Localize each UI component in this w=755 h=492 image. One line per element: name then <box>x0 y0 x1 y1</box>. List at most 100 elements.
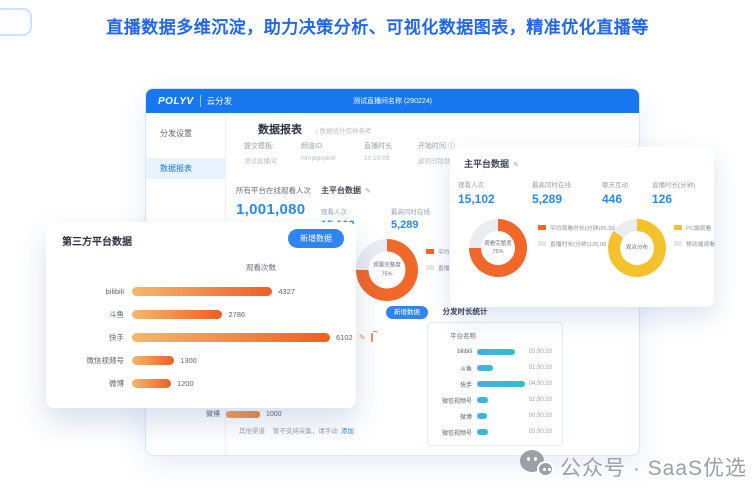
stat-value: 126 <box>652 192 695 206</box>
tab-distribution-duration[interactable]: 分发时长统计 <box>442 307 487 316</box>
bar <box>132 379 171 388</box>
bar-value: 1000 <box>266 411 282 418</box>
notice-prefix: 其他渠道 <box>239 428 265 435</box>
duration-row: 微博 00:30:20 <box>428 408 562 424</box>
platform-label: 微博 <box>52 378 124 389</box>
manual-add-notice: 其他渠道 暂不支持采集，请手动添加 <box>239 425 354 435</box>
donut-center-value: 75% <box>492 248 503 256</box>
meta-template: 提交模板: 测试直播间 <box>244 141 277 165</box>
inline-platform-title-text: 主平台数据 <box>321 186 361 195</box>
total-viewers-label: 所有平台在线观看人次 <box>236 185 311 196</box>
third-party-data-card: 第三方平台数据 新增数据 观看次数 bilibili 4327 斗鱼 2786 … <box>46 222 356 408</box>
meta-label: 频道ID <box>301 141 336 151</box>
sidebar-item-data-report[interactable]: 数据报表 <box>146 158 225 179</box>
stat-value: 15,102 <box>458 192 495 206</box>
audience-distribution-donut: 观众分布 <box>608 219 666 277</box>
add-data-button[interactable]: 新增数据 <box>386 306 428 319</box>
add-link[interactable]: 添加 <box>341 428 354 435</box>
edit-icon[interactable]: ✎ <box>359 333 366 342</box>
duration-row: 微信视频号 02:30:20 <box>428 392 562 408</box>
bar-value: 4327 <box>278 287 295 296</box>
platform-label: bilibili <box>52 287 124 296</box>
platform-label: 斗鱼 <box>52 309 124 320</box>
meta-value: 10:20:03 <box>364 155 392 162</box>
donut-center-label: 观众分布 <box>626 244 648 252</box>
stat-value: 446 <box>602 192 628 206</box>
stat-label: 最高同时在线 <box>391 206 430 216</box>
card-title: 第三方平台数据 <box>62 233 132 248</box>
bar <box>132 310 222 319</box>
stat-value: 5,289 <box>391 219 430 231</box>
third-party-row: 微博 1200 <box>46 372 356 395</box>
meta-label: 直播时长 <box>364 141 392 151</box>
meta-channel-id: 频道ID hlmpqlxpkM <box>301 141 336 162</box>
total-viewers-value: 1,001,080 <box>236 201 311 218</box>
edit-icon[interactable]: ✎ <box>365 188 371 195</box>
stat: 观看人次 15,102 <box>458 179 495 206</box>
main-platform-title: 主平台数据 ✎ <box>464 157 519 170</box>
main-platform-card: 主平台数据 ✎ 观看人次 15,102 最高同时在线 5,289 聊天互动 446… <box>450 147 714 307</box>
platform-label: 微信视频号 <box>52 355 124 366</box>
bar <box>477 397 488 403</box>
donut-center-label: 观看完整度 <box>373 262 401 270</box>
stat-label: 聊天互动 <box>602 179 628 189</box>
duration-row: 快手 04:30:20 <box>428 376 562 392</box>
bar <box>132 356 174 365</box>
stat-label: 观看人次 <box>321 206 391 216</box>
stat-label: 最高同时在线 <box>532 179 571 189</box>
stat-label: 直播时长(分钟) <box>652 179 695 189</box>
watermark-text: 公众号 · SaaS优选 <box>560 452 747 482</box>
stat: 直播时长(分钟) 126 <box>652 179 695 206</box>
duration-value: 00:30:20 <box>529 413 552 419</box>
add-data-button[interactable]: 新增数据 <box>288 229 344 248</box>
duration-value: 01:30:20 <box>529 365 552 371</box>
decorative-corner-card <box>0 8 32 36</box>
watch-completion-donut: 观看完整度 75% <box>356 239 418 301</box>
meta-value: hlmpqlxpkM <box>301 155 336 162</box>
stat-label: 观看人次 <box>458 179 495 189</box>
stat-value: 5,289 <box>532 192 571 206</box>
platform-label: bilibili <box>428 349 472 355</box>
legend-swatch <box>426 265 434 270</box>
duration-row: 微信视频号 03:30:20 <box>428 424 562 440</box>
page-headline: 直播数据多维沉淀，助力决策分析、可视化数据图表，精准优化直播等 <box>0 13 755 38</box>
bar-value: 1200 <box>177 379 194 388</box>
bar-value: 6102 <box>336 333 353 342</box>
meta-label: 提交模板: <box>244 141 277 151</box>
distribution-duration-panel: 平台名称 bilibili 03:30:20 斗鱼 01:30:20 快手 04… <box>427 322 563 446</box>
column-header: 平台名称 <box>428 323 562 340</box>
legend-label: 平均观看时长(分钟)95.99 <box>550 223 615 232</box>
duration-value: 03:30:20 <box>529 429 552 435</box>
platform-label: 微博 <box>206 409 220 419</box>
duration-row: bilibili 03:30:20 <box>428 344 562 360</box>
total-viewers-block: 所有平台在线观看人次 1,001,080 <box>236 185 311 218</box>
inline-platform-title: 主平台数据 ✎ <box>321 185 430 196</box>
notice-text: 暂不支持采集，请手动 <box>273 428 338 435</box>
bar <box>132 287 272 296</box>
duration-value: 03:30:20 <box>529 349 552 355</box>
duration-value: 04:30:20 <box>529 381 552 387</box>
main-platform-title-text: 主平台数据 <box>464 159 509 169</box>
sidebar-item-distribution-settings[interactable]: 分发设置 <box>146 123 225 144</box>
bar <box>477 413 487 419</box>
hidden-chart-row: 微博 1000 <box>206 409 282 419</box>
legend-label: PC端观看 <box>686 223 711 232</box>
platform-label: 快手 <box>428 380 472 389</box>
legend-label: 移动端观看 <box>686 239 715 248</box>
room-title: 测试直播间名称 (290224) <box>146 96 639 106</box>
bar <box>132 333 330 342</box>
duration-row: 斗鱼 01:30:20 <box>428 360 562 376</box>
edit-icon[interactable]: ✎ <box>513 162 519 169</box>
third-party-row: 微信视频号 1300 <box>46 349 356 372</box>
donut-center-value: 75% <box>381 270 392 278</box>
meta-value: 测试直播间 <box>244 155 277 165</box>
axis-label: 观看次数 <box>246 262 276 273</box>
donut-center-label: 观看完整度 <box>484 240 512 248</box>
stat: 聊天互动 446 <box>602 179 628 206</box>
page-subtitle: | 数据统计仅供参考 <box>316 125 372 135</box>
bar-value: 1300 <box>180 356 197 365</box>
audience-donut-legend: PC端观看 移动端观看 <box>674 223 715 255</box>
bar <box>477 381 525 387</box>
platform-label: 快手 <box>52 332 124 343</box>
bar-value: 2786 <box>228 310 245 319</box>
